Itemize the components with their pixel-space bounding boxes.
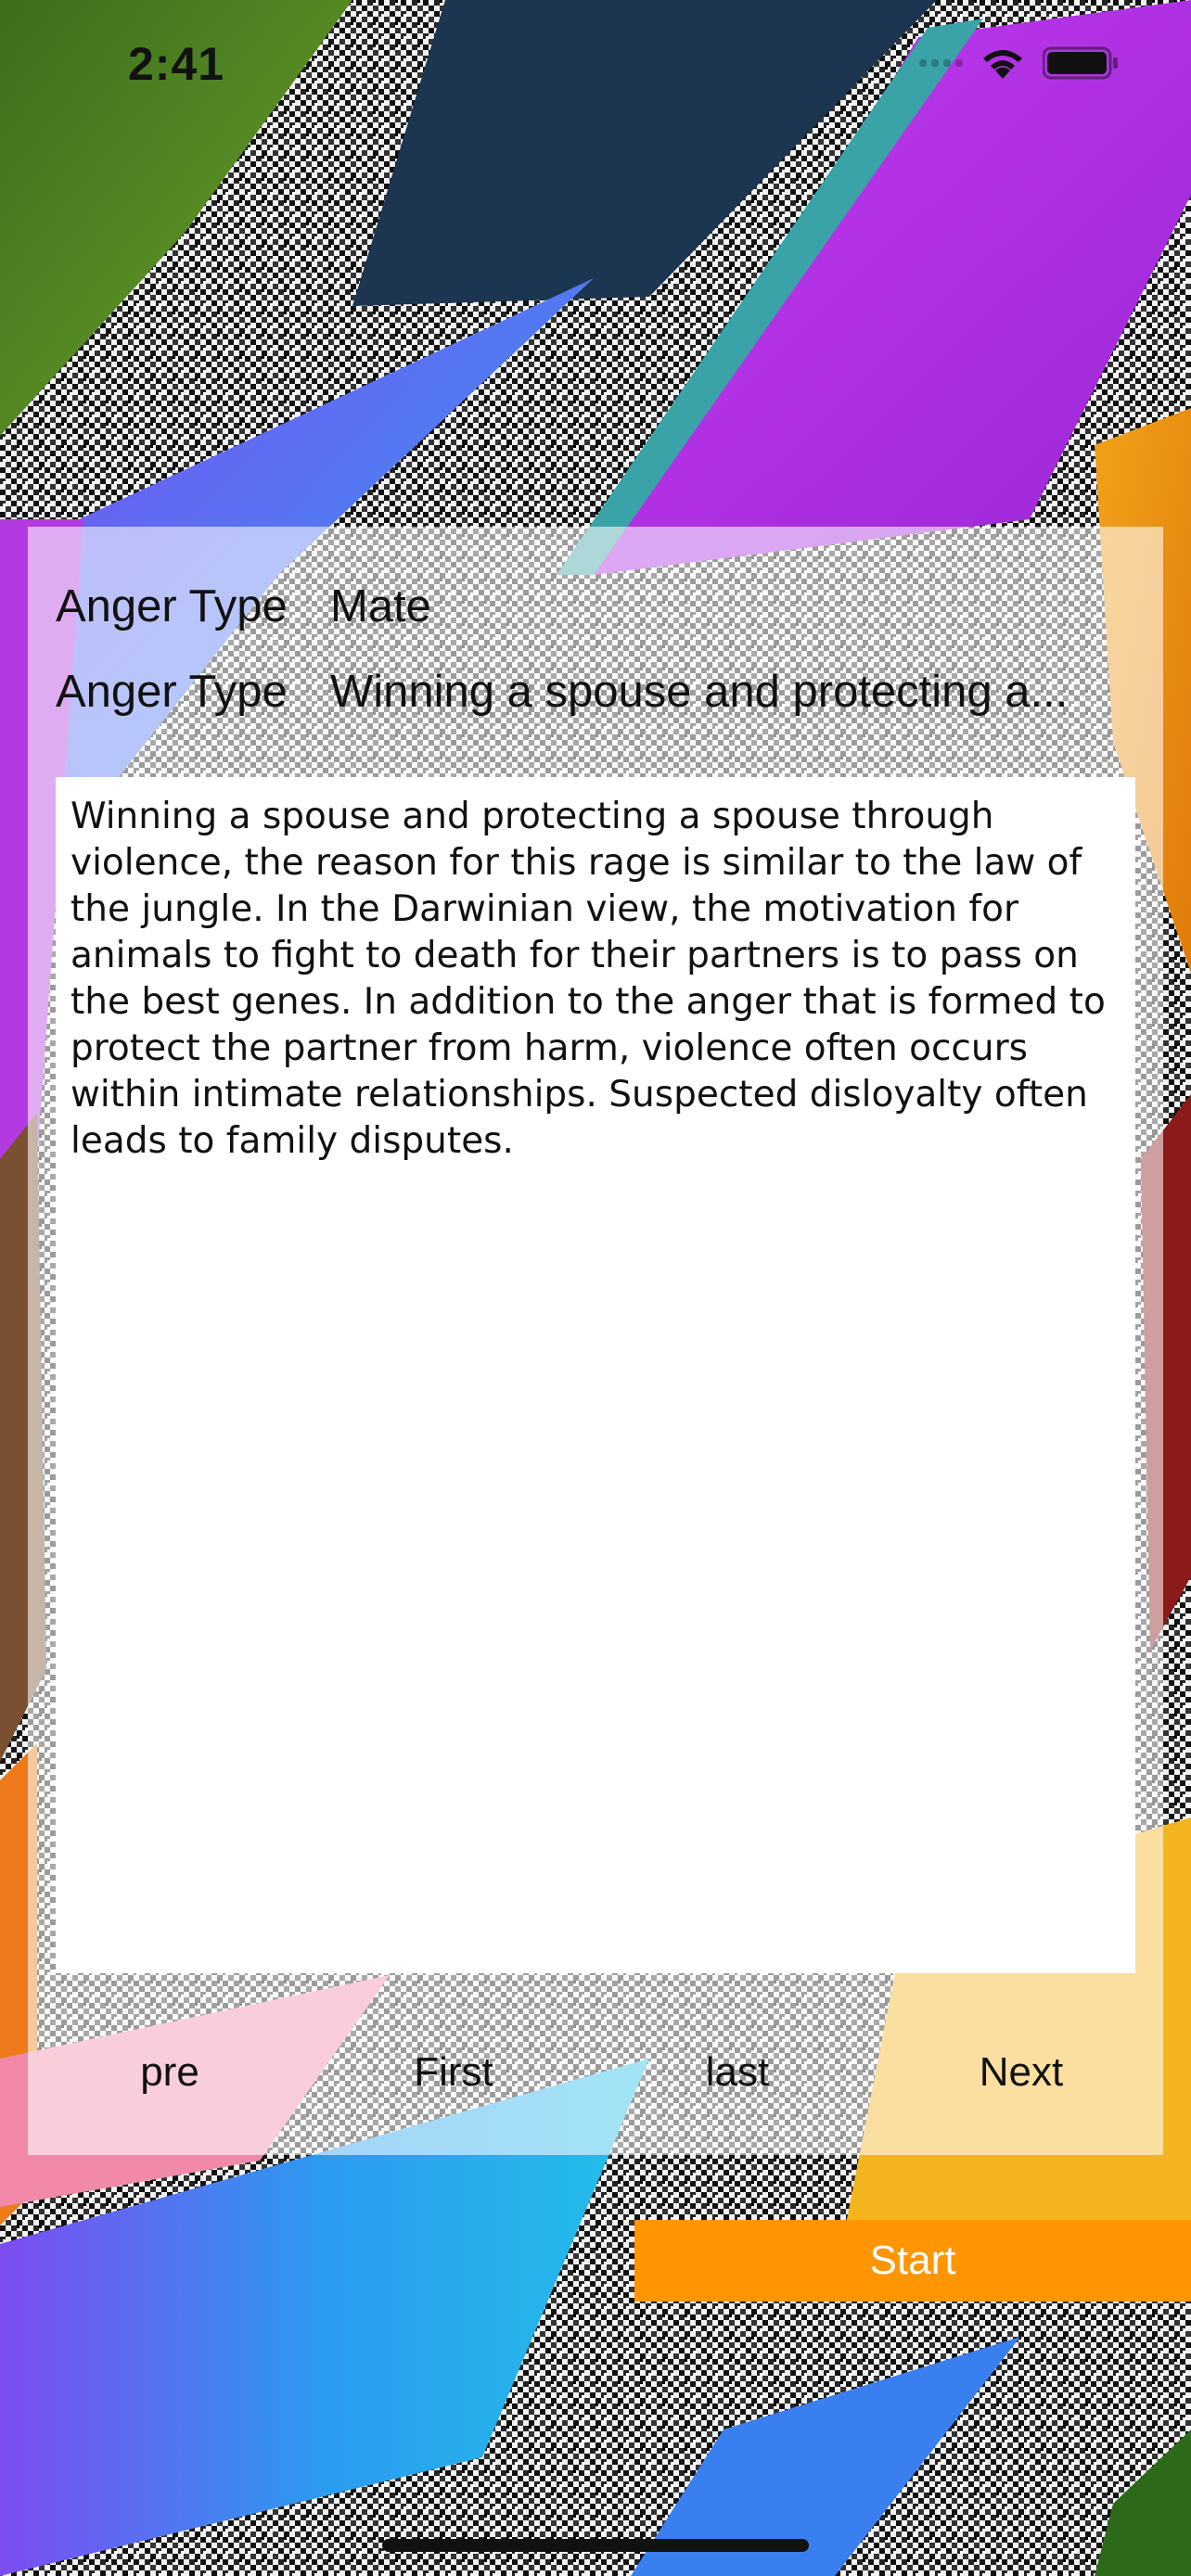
battery-icon <box>1043 46 1118 80</box>
first-button[interactable]: First <box>312 2049 596 2096</box>
anger-title-row: Anger Type Winning a spouse and protectin… <box>56 666 1068 718</box>
signal-icon <box>919 59 963 67</box>
home-indicator[interactable] <box>382 2539 809 2552</box>
pre-button[interactable]: pre <box>28 2049 312 2096</box>
anger-title-label: Anger Type <box>56 667 288 717</box>
start-button[interactable]: Start <box>634 2220 1191 2302</box>
pagination-bar: pre First last Next <box>28 2049 1163 2096</box>
anger-type-label: Anger Type <box>56 581 288 631</box>
last-button[interactable]: last <box>596 2049 879 2096</box>
status-time: 2:41 <box>128 38 225 90</box>
description-text-view[interactable]: Winning a spouse and protecting a spouse… <box>56 777 1135 1973</box>
anger-title-value: Winning a spouse and protecting a... <box>330 667 1069 717</box>
wifi-icon <box>983 50 1022 79</box>
anger-type-row: Anger Type Mate <box>56 580 431 632</box>
detail-panel: Anger Type Mate Anger Type Winning a spous… <box>28 527 1163 2155</box>
anger-type-value: Mate <box>330 581 431 631</box>
next-button[interactable]: Next <box>879 2049 1163 2096</box>
status-icons <box>919 45 1121 82</box>
